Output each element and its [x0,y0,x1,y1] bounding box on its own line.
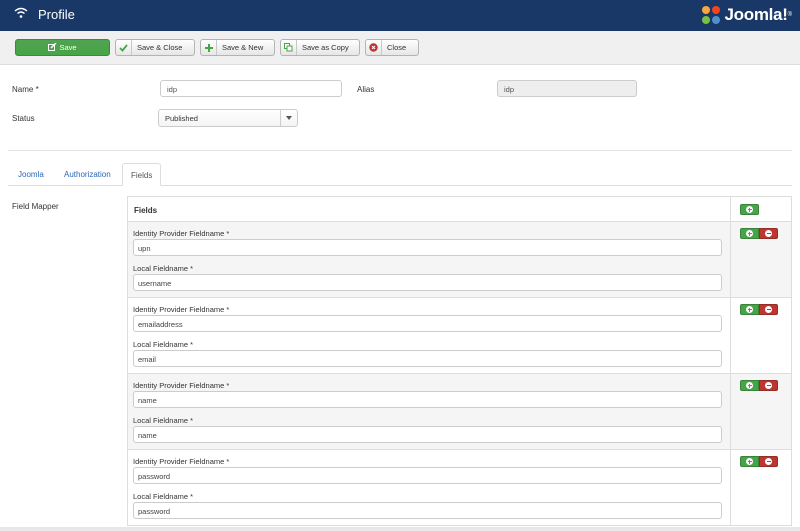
remove-row-button[interactable] [759,380,778,391]
save-button[interactable]: Save [15,39,110,56]
toolbar: Save Save & Close Save & New Save as Cop… [0,31,800,65]
tab-authorization[interactable]: Authorization [56,163,119,186]
close-label: Close [387,43,407,52]
idp-fieldname-label: Identity Provider Fieldname * [133,381,230,390]
minus-circle-icon [765,382,772,389]
status-value: Published [165,114,198,123]
save-new-label: Save & New [222,43,264,52]
page-title: Profile [38,7,75,22]
remove-row-button[interactable] [759,456,778,467]
status-select[interactable]: Published [158,109,298,127]
table-row: Identity Provider Fieldname * upn Local … [128,222,791,298]
plus-icon [201,40,217,55]
idp-fieldname-label: Identity Provider Fieldname * [133,457,230,466]
local-fieldname-label: Local Fieldname * [133,340,194,349]
plus-circle-icon [746,382,753,389]
save-close-label: Save & Close [137,43,183,52]
plus-circle-icon [746,206,753,213]
add-row-button[interactable] [740,204,759,215]
close-icon [366,40,382,55]
local-fieldname-input[interactable]: username [133,274,722,291]
minus-circle-icon [765,230,772,237]
idp-fieldname-input[interactable]: upn [133,239,722,256]
local-fieldname-input[interactable]: name [133,426,722,443]
add-cell [731,197,791,222]
idp-fieldname-label: Identity Provider Fieldname * [133,229,230,238]
remove-row-button[interactable] [759,304,778,315]
field-mapper-label: Field Mapper [12,202,59,211]
bottom-scrollbar[interactable] [0,527,800,531]
add-after-button[interactable] [740,304,759,315]
plus-circle-icon [746,230,753,237]
alias-label: Alias [357,85,375,94]
local-fieldname-label: Local Fieldname * [133,416,194,425]
idp-fieldname-input[interactable]: name [133,391,722,408]
name-input[interactable]: idp [160,80,342,97]
table-header: Fields [128,197,731,222]
fields-header: Fields [134,206,158,215]
check-icon [116,40,132,55]
tab-joomla[interactable]: Joomla [10,163,52,186]
tab-fields[interactable]: Fields [122,163,162,186]
edit-icon [48,40,57,55]
local-fieldname-label: Local Fieldname * [133,264,194,273]
add-after-button[interactable] [740,228,759,239]
remove-row-button[interactable] [759,228,778,239]
plus-circle-icon [746,306,753,313]
add-after-button[interactable] [740,456,759,467]
save-new-button[interactable]: Save & New [200,39,275,56]
wifi-icon [14,7,28,21]
idp-fieldname-label: Identity Provider Fieldname * [133,305,230,314]
table-row: Identity Provider Fieldname * password L… [128,450,791,526]
caret-down-icon [280,110,297,126]
minus-circle-icon [765,458,772,465]
joomla-logo[interactable]: Joomla! ® [699,3,792,27]
close-button[interactable]: Close [365,39,419,56]
add-after-button[interactable] [740,380,759,391]
local-fieldname-input[interactable]: password [133,502,722,519]
idp-fieldname-input[interactable]: password [133,467,722,484]
alias-input[interactable]: idp [497,80,637,97]
header-bar: Profile Joomla! ® [0,0,800,31]
save-label: Save [59,43,77,52]
status-label: Status [12,114,35,123]
minus-circle-icon [765,306,772,313]
save-copy-label: Save as Copy [302,43,349,52]
copy-icon [281,40,297,55]
tab-bar: Joomla Authorization Fields [8,163,792,186]
table-row: Identity Provider Fieldname * emailaddre… [128,298,791,374]
field-mapper-table: Fields Identity Provider Fieldname * upn… [127,196,792,526]
divider [8,150,792,151]
joomla-logo-icon [701,6,720,24]
idp-fieldname-input[interactable]: emailaddress [133,315,722,332]
name-label: Name * [12,85,39,94]
logo-registered: ® [787,12,792,18]
table-row: Identity Provider Fieldname * name Local… [128,374,791,450]
local-fieldname-input[interactable]: email [133,350,722,367]
save-close-button[interactable]: Save & Close [115,39,195,56]
plus-circle-icon [746,458,753,465]
logo-text: Joomla! [724,5,788,24]
local-fieldname-label: Local Fieldname * [133,492,194,501]
save-copy-button[interactable]: Save as Copy [280,39,360,56]
